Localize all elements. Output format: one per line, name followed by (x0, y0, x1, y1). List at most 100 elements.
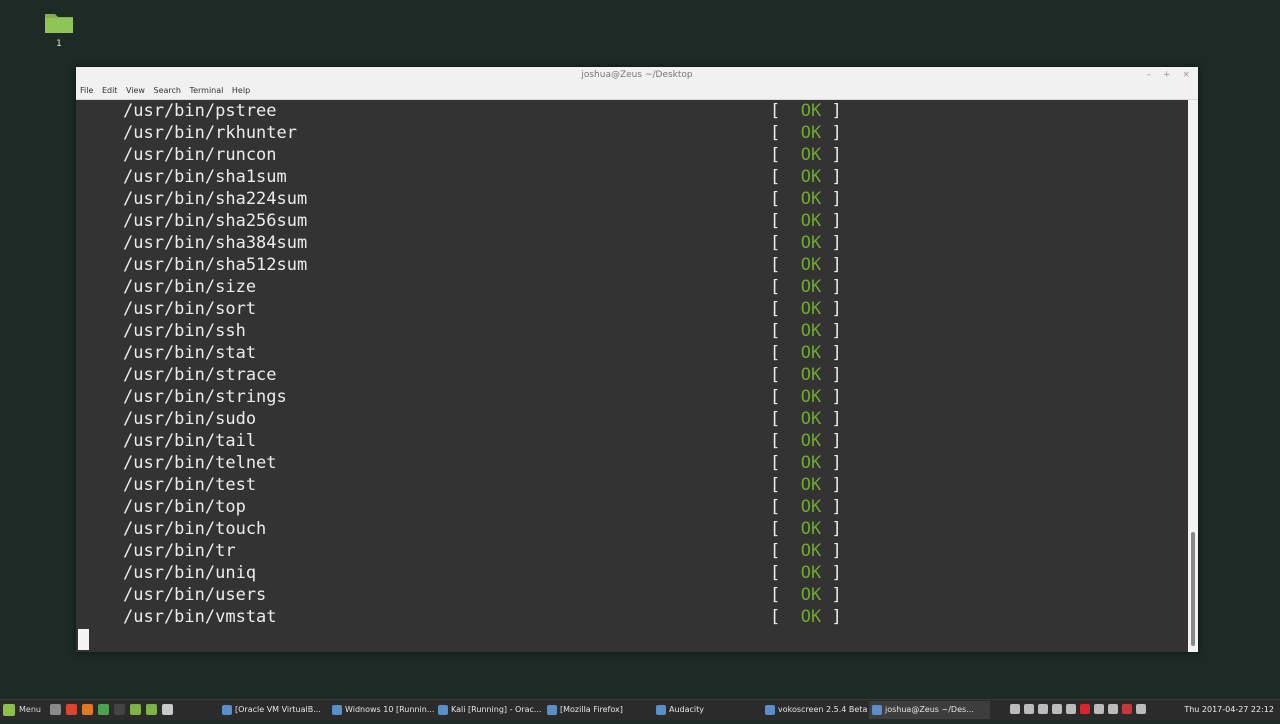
bracket-close: ] (831, 387, 842, 407)
menu-search[interactable]: Search (154, 86, 181, 95)
start-menu-button[interactable]: Menu (3, 700, 41, 720)
shield-icon[interactable] (1094, 704, 1104, 714)
task-label: Widnows 10 [Runnin... (345, 705, 435, 714)
record-icon[interactable] (1080, 704, 1090, 714)
bracket-close: ] (831, 145, 842, 165)
menu-file[interactable]: File (80, 86, 93, 95)
taskbar-task-virtualbox-icon[interactable]: Kali [Running] - Orac... (435, 701, 556, 719)
wifi-icon[interactable] (1038, 704, 1048, 714)
taskbar-task-audacity-icon[interactable]: Audacity (653, 701, 769, 719)
bracket-open: [ (770, 233, 781, 253)
bracket-close: ] (831, 189, 842, 209)
taskbar-task-virtualbox-icon[interactable]: [Oracle VM VirtualB... (219, 701, 340, 719)
status-ok: OK (800, 123, 822, 143)
folder-icon[interactable] (146, 704, 157, 715)
software-icon[interactable] (114, 704, 125, 715)
check-status: [ OK ] (770, 254, 842, 276)
bracket-open: [ (770, 519, 781, 539)
bracket-open: [ (770, 211, 781, 231)
check-status: [ OK ] (770, 430, 842, 452)
bracket-open: [ (770, 277, 781, 297)
task-label: [Mozilla Firefox] (560, 705, 623, 714)
bracket-close: ] (831, 343, 842, 363)
file-path: /usr/bin/users (123, 585, 267, 605)
menu-view[interactable]: View (126, 86, 145, 95)
firefox-icon[interactable] (82, 704, 93, 715)
system-tray (1010, 704, 1150, 724)
status-ok: OK (800, 233, 822, 253)
check-status: [ OK ] (770, 386, 842, 408)
keyboard-icon[interactable] (1136, 704, 1146, 714)
bracket-close: ] (831, 475, 842, 495)
file-path: /usr/bin/strings (123, 387, 287, 407)
bracket-open: [ (770, 321, 781, 341)
folder-icon[interactable] (130, 704, 141, 715)
quick-launch (50, 704, 178, 724)
window-titlebar[interactable]: joshua@Zeus ~/Desktop – + × (76, 67, 1198, 83)
minimize-button[interactable]: – (1147, 70, 1152, 80)
clipboard-icon[interactable] (1066, 704, 1076, 714)
check-status: [ OK ] (770, 364, 842, 386)
status-ok: OK (800, 145, 822, 165)
bluetooth-icon[interactable] (1108, 704, 1118, 714)
maximize-button[interactable]: + (1163, 70, 1171, 80)
bracket-open: [ (770, 453, 781, 473)
status-ok: OK (800, 167, 822, 187)
terminal-output[interactable]: /usr/bin/pstree [ OK ] /usr/bin/rkhunter [ … (76, 100, 1188, 652)
scrollbar-thumb[interactable] (1191, 532, 1195, 646)
taskbar-task-terminal-icon[interactable]: joshua@Zeus ~/Des... (869, 701, 990, 719)
update-icon[interactable] (1122, 704, 1132, 714)
file-path: /usr/bin/top (123, 497, 246, 517)
check-status: [ OK ] (770, 584, 842, 606)
files-icon[interactable] (50, 704, 61, 715)
status-ok: OK (800, 277, 822, 297)
terminal-line: /usr/bin/sha1sum [ OK ] (76, 166, 1188, 188)
clock[interactable]: Thu 2017-04-27 22:12 (1184, 700, 1274, 720)
document-icon[interactable] (162, 704, 173, 715)
terminal-line: /usr/bin/sudo [ OK ] (76, 408, 1188, 430)
taskbar-task-vokoscreen-icon[interactable]: vokoscreen 2.5.4 Beta (762, 701, 883, 719)
bracket-close: ] (831, 299, 842, 319)
file-path: /usr/bin/sha1sum (123, 167, 287, 187)
check-status: [ OK ] (770, 408, 842, 430)
taskbar-task-virtualbox-icon[interactable]: Widnows 10 [Runnin... (329, 701, 450, 719)
file-path: /usr/bin/stat (123, 343, 257, 363)
status-ok: OK (800, 365, 822, 385)
close-button[interactable]: × (1182, 70, 1190, 80)
status-ok: OK (800, 431, 822, 451)
bracket-close: ] (831, 211, 842, 231)
check-status: [ OK ] (770, 188, 842, 210)
network-icon[interactable] (1024, 704, 1034, 714)
desktop-icon-label: 1 (56, 39, 62, 49)
volume-icon[interactable] (1052, 704, 1062, 714)
file-path: /usr/bin/tail (123, 431, 257, 451)
file-path: /usr/bin/uniq (123, 563, 257, 583)
bracket-open: [ (770, 145, 781, 165)
status-ok: OK (800, 453, 822, 473)
menu-help[interactable]: Help (232, 86, 250, 95)
menu-terminal[interactable]: Terminal (190, 86, 224, 95)
check-status: [ OK ] (770, 144, 842, 166)
chrome-icon[interactable] (66, 704, 77, 715)
menu-edit[interactable]: Edit (102, 86, 118, 95)
check-status: [ OK ] (770, 320, 842, 342)
terminal-line: /usr/bin/test [ OK ] (76, 474, 1188, 496)
mint-menu-icon (3, 703, 15, 716)
scrollbar[interactable] (1188, 100, 1198, 652)
taskbar-task-firefox-icon[interactable]: [Mozilla Firefox] (544, 701, 660, 719)
file-path: /usr/bin/sha384sum (123, 233, 308, 253)
desktop-folder-icon[interactable]: 1 (40, 10, 78, 49)
terminal-icon[interactable] (98, 704, 109, 715)
terminal-line: /usr/bin/touch [ OK ] (76, 518, 1188, 540)
bracket-close: ] (831, 541, 842, 561)
terminal-line: /usr/bin/sha224sum [ OK ] (76, 188, 1188, 210)
user-icon[interactable] (1010, 704, 1020, 714)
task-label: vokoscreen 2.5.4 Beta (778, 705, 868, 714)
bracket-close: ] (831, 277, 842, 297)
check-status: [ OK ] (770, 210, 842, 232)
terminal-line: /usr/bin/vmstat [ OK ] (76, 606, 1188, 628)
terminal-line: /usr/bin/ssh [ OK ] (76, 320, 1188, 342)
terminal-line: /usr/bin/uniq [ OK ] (76, 562, 1188, 584)
status-ok: OK (800, 475, 822, 495)
check-status: [ OK ] (770, 342, 842, 364)
